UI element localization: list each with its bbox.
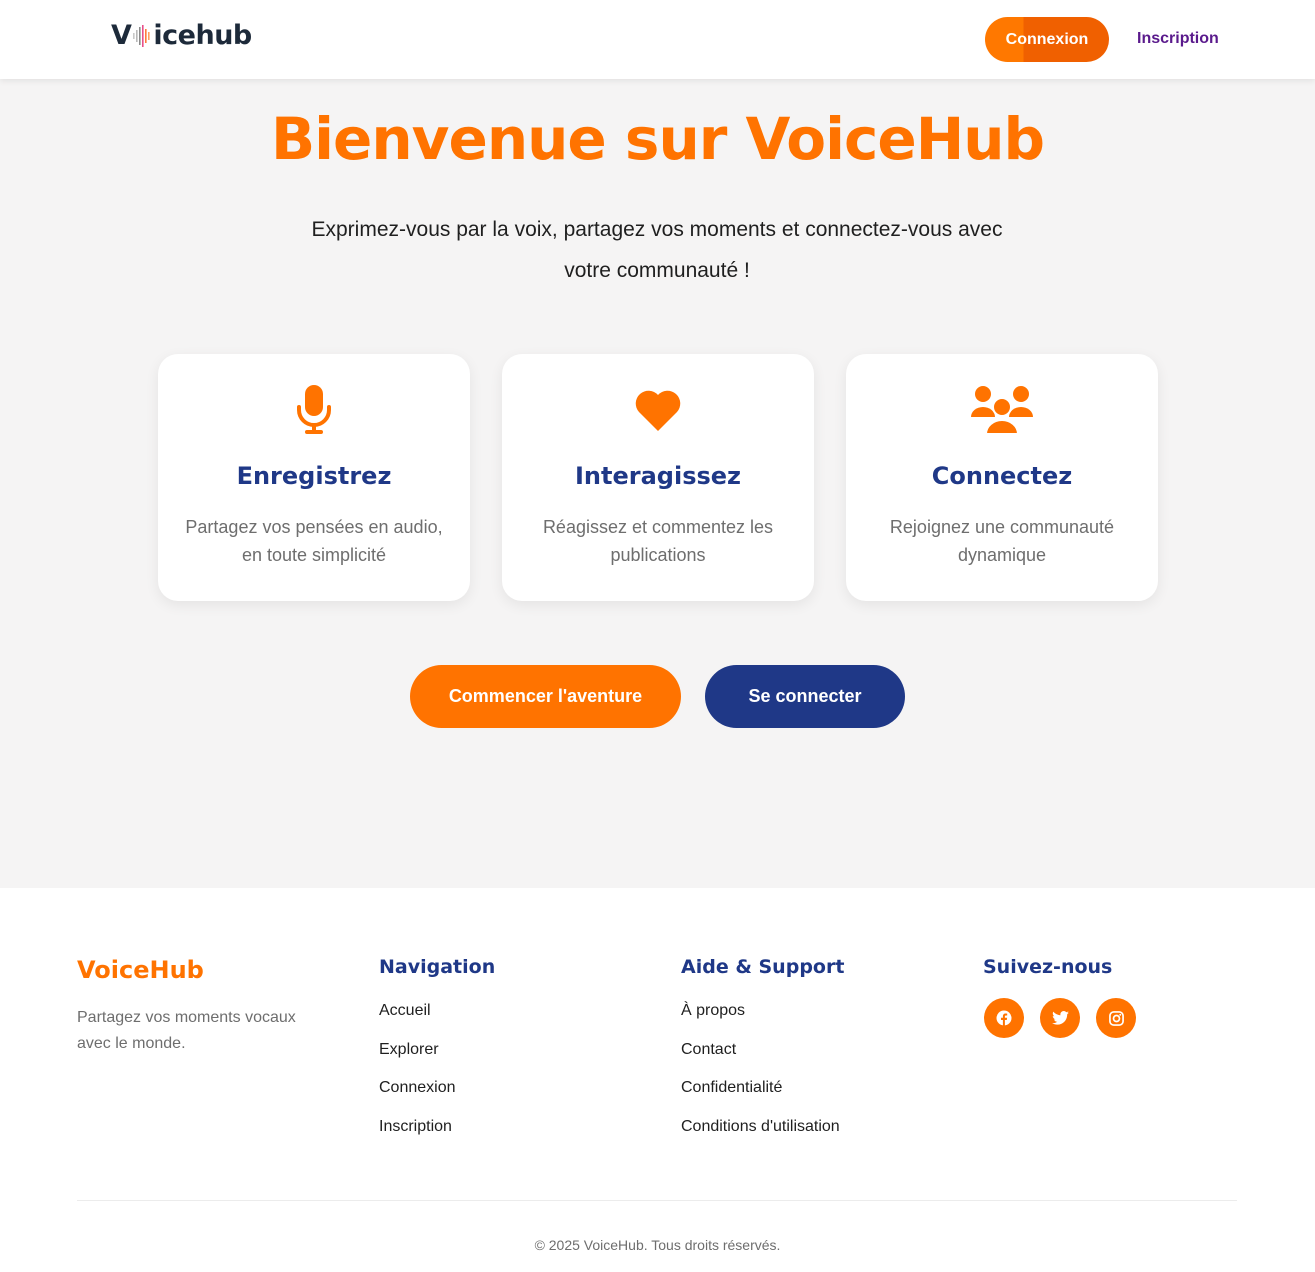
footer-navigation-list: Accueil Explorer Connexion Inscription <box>379 1001 456 1155</box>
footer-brand: VoiceHub <box>77 956 204 984</box>
footer-navigation-title: Navigation <box>379 956 496 978</box>
footer-link-contact[interactable]: Contact <box>681 1040 840 1079</box>
feature-text: Réagissez et commentez les publications <box>542 517 774 565</box>
feature-text: Rejoignez une communauté dynamique <box>889 517 1115 565</box>
facebook-button[interactable] <box>984 998 1024 1038</box>
start-adventure-button[interactable]: Commencer l'aventure <box>410 665 681 728</box>
footer-link-about[interactable]: À propos <box>681 1001 840 1040</box>
users-icon <box>971 386 1033 435</box>
soundwave-icon <box>133 24 151 47</box>
sign-in-button[interactable]: Se connecter <box>705 665 905 728</box>
copyright-text: © 2025 VoiceHub. Tous droits réservés. <box>534 1237 781 1253</box>
feature-title: Interagissez <box>574 462 742 490</box>
heart-icon <box>635 390 681 431</box>
footer-link-explore[interactable]: Explorer <box>379 1040 456 1079</box>
footer-divider <box>77 1200 1237 1201</box>
feature-text: Partagez vos pensées en audio, en toute … <box>185 517 443 565</box>
footer-support-title: Aide & Support <box>681 956 845 978</box>
facebook-icon <box>996 1010 1012 1026</box>
footer-link-terms[interactable]: Conditions d'utilisation <box>681 1117 840 1156</box>
signup-link[interactable]: Inscription <box>1137 30 1219 48</box>
social-links <box>984 998 1136 1038</box>
footer-link-signup[interactable]: Inscription <box>379 1117 456 1156</box>
feature-card-connect: Connectez Rejoignez une communauté dynam… <box>846 354 1158 601</box>
twitter-icon <box>1051 1011 1069 1025</box>
instagram-icon <box>1108 1010 1124 1026</box>
feature-title: Enregistrez <box>236 462 392 490</box>
footer-link-home[interactable]: Accueil <box>379 1001 456 1040</box>
twitter-button[interactable] <box>1040 998 1080 1038</box>
microphone-icon <box>297 385 331 434</box>
feature-card-interact: Interagissez Réagissez et commentez les … <box>502 354 814 601</box>
footer-social-title: Suivez-nous <box>983 956 1113 978</box>
page-title: Bienvenue sur VoiceHub <box>270 105 1045 173</box>
footer-tagline: Partagez vos moments vocaux avec le mond… <box>77 1009 296 1052</box>
footer: VoiceHub Partagez vos moments vocaux ave… <box>0 888 1315 1272</box>
feature-card-record: Enregistrez Partagez vos pensées en audi… <box>158 354 470 601</box>
logo-prefix: V <box>111 20 132 51</box>
feature-title: Connectez <box>931 462 1073 490</box>
footer-support-list: À propos Contact Confidentialité Conditi… <box>681 1001 840 1155</box>
top-header: V icehub Connexion Inscription <box>0 0 1315 79</box>
hero-subtitle: Exprimez-vous par la voix, partagez vos … <box>311 218 1003 282</box>
voicehub-logo[interactable]: V icehub <box>111 20 252 51</box>
logo-suffix: icehub <box>153 20 252 51</box>
footer-link-login[interactable]: Connexion <box>379 1078 456 1117</box>
instagram-button[interactable] <box>1096 998 1136 1038</box>
login-button[interactable]: Connexion <box>985 17 1109 62</box>
footer-link-privacy[interactable]: Confidentialité <box>681 1078 840 1117</box>
